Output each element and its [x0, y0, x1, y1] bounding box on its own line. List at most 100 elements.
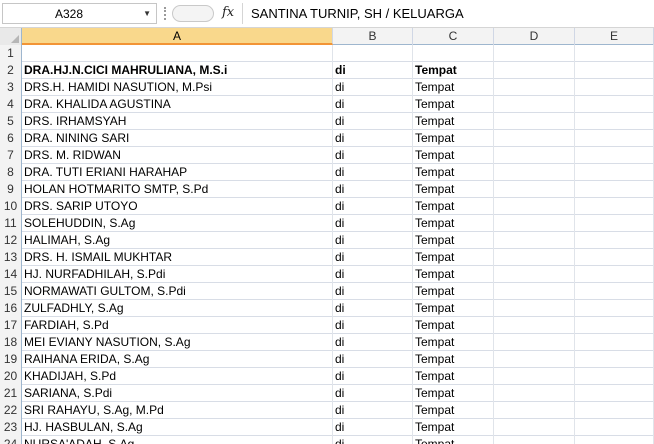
cell-b[interactable]: di [333, 334, 413, 351]
row-header[interactable]: 4 [0, 96, 22, 113]
cell-c[interactable]: Tempat [413, 266, 494, 283]
empty-cell[interactable] [494, 147, 575, 164]
cell-b[interactable]: di [333, 96, 413, 113]
row-header[interactable]: 8 [0, 164, 22, 181]
cell-c[interactable]: Tempat [413, 62, 494, 79]
cell-c[interactable] [413, 45, 494, 62]
empty-cell[interactable] [494, 368, 575, 385]
cell-a[interactable]: ZULFADHLY, S.Ag [22, 300, 333, 317]
empty-cell[interactable] [575, 198, 654, 215]
cell-a[interactable]: HALIMAH, S.Ag [22, 232, 333, 249]
cell-c[interactable]: Tempat [413, 113, 494, 130]
cell-a[interactable]: DRA. KHALIDA AGUSTINA [22, 96, 333, 113]
empty-cell[interactable] [575, 368, 654, 385]
empty-cell[interactable] [494, 249, 575, 266]
empty-cell[interactable] [494, 181, 575, 198]
column-header-d[interactable]: D [494, 28, 575, 45]
row-header[interactable]: 2 [0, 62, 22, 79]
row-header[interactable]: 16 [0, 300, 22, 317]
empty-cell[interactable] [575, 215, 654, 232]
cell-c[interactable]: Tempat [413, 232, 494, 249]
row-header[interactable]: 11 [0, 215, 22, 232]
cell-c[interactable]: Tempat [413, 436, 494, 444]
empty-cell[interactable] [494, 130, 575, 147]
cell-c[interactable]: Tempat [413, 300, 494, 317]
cell-b[interactable]: di [333, 283, 413, 300]
cell-a[interactable]: SARIANA, S.Pdi [22, 385, 333, 402]
row-header[interactable]: 17 [0, 317, 22, 334]
cell-a[interactable]: DRS. IRHAMSYAH [22, 113, 333, 130]
empty-cell[interactable] [494, 402, 575, 419]
empty-cell[interactable] [575, 62, 654, 79]
cell-a[interactable]: DRA. TUTI ERIANI HARAHAP [22, 164, 333, 181]
row-header[interactable]: 22 [0, 402, 22, 419]
cell-b[interactable]: di [333, 249, 413, 266]
empty-cell[interactable] [494, 96, 575, 113]
cell-b[interactable]: di [333, 147, 413, 164]
cell-c[interactable]: Tempat [413, 181, 494, 198]
empty-cell[interactable] [494, 232, 575, 249]
cell-a[interactable]: DRA.HJ.N.CICI MAHRULIANA, M.S.i [22, 62, 333, 79]
empty-cell[interactable] [575, 249, 654, 266]
empty-cell[interactable] [575, 385, 654, 402]
cell-a[interactable] [22, 45, 333, 62]
empty-cell[interactable] [494, 266, 575, 283]
grip-icon[interactable] [164, 7, 168, 20]
cell-a[interactable]: DRS. H. ISMAIL MUKHTAR [22, 249, 333, 266]
cell-b[interactable]: di [333, 79, 413, 96]
cell-c[interactable]: Tempat [413, 351, 494, 368]
column-header-e[interactable]: E [575, 28, 654, 45]
cell-b[interactable]: di [333, 62, 413, 79]
column-header-c[interactable]: C [413, 28, 494, 45]
row-header[interactable]: 13 [0, 249, 22, 266]
empty-cell[interactable] [494, 215, 575, 232]
empty-cell[interactable] [494, 62, 575, 79]
cell-b[interactable]: di [333, 113, 413, 130]
row-header[interactable]: 18 [0, 334, 22, 351]
cell-b[interactable]: di [333, 266, 413, 283]
empty-cell[interactable] [494, 113, 575, 130]
row-header[interactable]: 6 [0, 130, 22, 147]
cell-b[interactable]: di [333, 436, 413, 444]
cell-c[interactable]: Tempat [413, 249, 494, 266]
empty-cell[interactable] [575, 96, 654, 113]
chevron-down-icon[interactable]: ▼ [143, 9, 151, 18]
column-header-a[interactable]: A [22, 28, 333, 45]
empty-cell[interactable] [575, 232, 654, 249]
empty-cell[interactable] [575, 351, 654, 368]
cell-a[interactable]: NORMAWATI GULTOM, S.Pdi [22, 283, 333, 300]
cell-c[interactable]: Tempat [413, 334, 494, 351]
empty-cell[interactable] [494, 45, 575, 62]
cell-a[interactable]: HOLAN HOTMARITO SMTP, S.Pd [22, 181, 333, 198]
row-header[interactable]: 20 [0, 368, 22, 385]
column-header-b[interactable]: B [333, 28, 413, 45]
cell-a[interactable]: MEI EVIANY NASUTION, S.Ag [22, 334, 333, 351]
row-header[interactable]: 14 [0, 266, 22, 283]
cell-a[interactable]: DRS. M. RIDWAN [22, 147, 333, 164]
cell-a[interactable]: RAIHANA ERIDA, S.Ag [22, 351, 333, 368]
empty-cell[interactable] [494, 436, 575, 444]
row-header[interactable]: 12 [0, 232, 22, 249]
cell-c[interactable]: Tempat [413, 96, 494, 113]
cell-c[interactable]: Tempat [413, 402, 494, 419]
empty-cell[interactable] [494, 334, 575, 351]
cell-c[interactable]: Tempat [413, 130, 494, 147]
empty-cell[interactable] [575, 334, 654, 351]
cell-b[interactable]: di [333, 181, 413, 198]
select-all-button[interactable] [0, 28, 22, 45]
cell-b[interactable]: di [333, 198, 413, 215]
cell-a[interactable]: DRS. SARIP UTOYO [22, 198, 333, 215]
empty-cell[interactable] [575, 419, 654, 436]
cell-c[interactable]: Tempat [413, 164, 494, 181]
cell-c[interactable]: Tempat [413, 147, 494, 164]
empty-cell[interactable] [494, 300, 575, 317]
name-box[interactable]: A328 ▼ [2, 3, 157, 24]
empty-cell[interactable] [494, 385, 575, 402]
empty-cell[interactable] [575, 317, 654, 334]
cell-b[interactable]: di [333, 368, 413, 385]
cell-b[interactable]: di [333, 419, 413, 436]
empty-cell[interactable] [575, 147, 654, 164]
cell-a[interactable]: DRA. NINING SARI [22, 130, 333, 147]
cell-c[interactable]: Tempat [413, 198, 494, 215]
cell-a[interactable]: SOLEHUDDIN, S.Ag [22, 215, 333, 232]
